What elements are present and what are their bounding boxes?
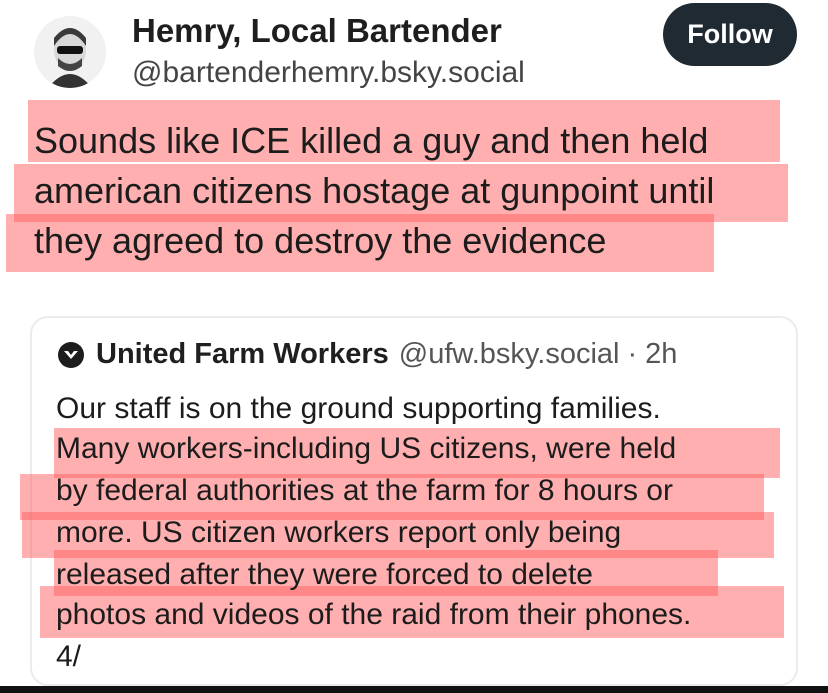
quoted-text-line: released after they were forced to delet… — [56, 558, 593, 591]
post-text-line: american citizens hostage at gunpoint un… — [34, 170, 715, 211]
bottom-border — [0, 686, 828, 693]
avatar-image — [48, 28, 92, 88]
quoted-author-handle[interactable]: @ufw.bsky.social — [399, 338, 620, 371]
author-avatar[interactable] — [34, 16, 106, 88]
quoted-text-line: photos and videos of the raid from their… — [56, 598, 692, 631]
author-name[interactable]: Hemry, Local Bartender — [132, 12, 502, 50]
quoted-text-line: Many workers-including US citizens, were… — [56, 432, 677, 465]
post-text-line: they agreed to destroy the evidence — [34, 220, 607, 261]
quoted-post-time: 2h — [645, 338, 678, 370]
quoted-author-name[interactable]: United Farm Workers — [96, 338, 389, 371]
author-handle[interactable]: @bartenderhemry.bsky.social — [132, 56, 525, 90]
follow-button[interactable]: Follow — [663, 3, 797, 66]
quoted-text-line: more. US citizen workers report only bei… — [56, 516, 622, 549]
quoted-text-line: 4/ — [56, 640, 82, 673]
quoted-post-header: United Farm Workers @ufw.bsky.social · 2… — [58, 338, 677, 371]
quoted-text-line: Our staff is on the ground supporting fa… — [56, 392, 661, 425]
meta-separator: · — [627, 338, 638, 370]
quoted-text-line: by federal authorities at the farm for 8… — [56, 474, 673, 507]
ufw-eagle-icon — [58, 341, 84, 368]
post-text-line: Sounds like ICE killed a guy and then he… — [34, 120, 709, 161]
